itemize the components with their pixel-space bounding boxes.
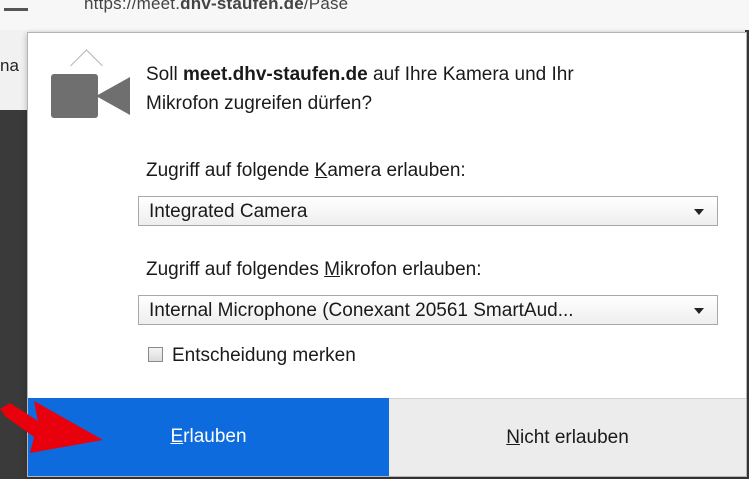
camera-icon (51, 74, 130, 118)
page-background-text: na (0, 56, 19, 75)
deny-button[interactable]: Nicht erlauben (389, 398, 746, 476)
site-host: meet.dhv-staufen.de (182, 64, 368, 85)
camera-select-label: Zugriff auf folgende Kamera erlauben: (146, 160, 466, 181)
permission-question: Soll meet.dhv-staufen.de auf Ihre Kamera… (146, 64, 574, 114)
menu-icon[interactable] (4, 8, 28, 11)
red-arrow-icon (0, 401, 103, 453)
microphone-select-value: Internal Microphone (Conexant 20561 Smar… (149, 300, 574, 321)
camera-select-value: Integrated Camera (149, 201, 308, 222)
remember-decision-checkbox[interactable] (148, 347, 163, 362)
url-bar-text[interactable]: https://meet.dhv-staufen.de/Pase (84, 0, 348, 14)
microphone-select[interactable]: Internal Microphone (Conexant 20561 Smar… (138, 295, 718, 325)
chevron-down-icon (694, 209, 704, 215)
chevron-down-icon (694, 308, 704, 314)
microphone-select-label: Zugriff auf folgendes Mikrofon erlauben: (146, 259, 482, 280)
permission-popup: Soll meet.dhv-staufen.de auf Ihre Kamera… (27, 32, 747, 477)
remember-decision-label[interactable]: Entscheidung merken (172, 341, 356, 370)
camera-select[interactable]: Integrated Camera (138, 196, 718, 226)
